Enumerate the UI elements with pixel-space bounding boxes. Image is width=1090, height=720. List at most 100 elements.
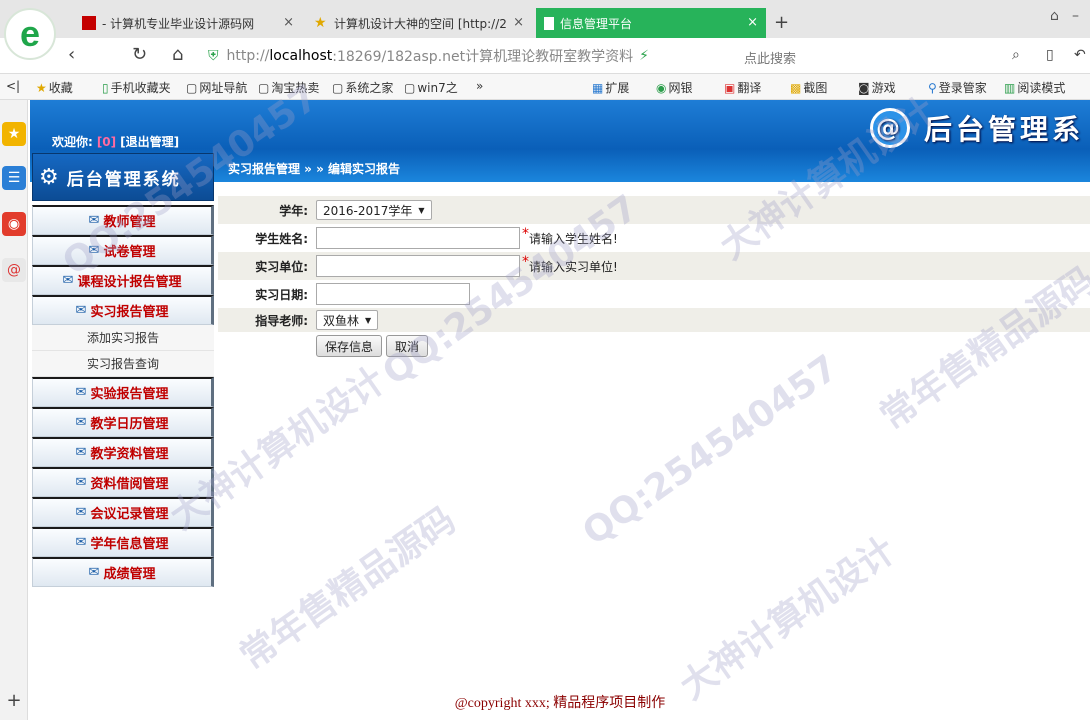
close-icon[interactable]: × <box>513 15 524 30</box>
search-box[interactable]: 点此搜索 <box>744 48 796 67</box>
logout-link[interactable]: [退出管理] <box>120 135 179 149</box>
favicon-icon <box>82 16 96 30</box>
menu-experiment[interactable]: ✉ 实验报告管理 <box>32 377 214 407</box>
menu-internship[interactable]: ✉ 实习报告管理 <box>32 295 214 325</box>
chevron-down-icon: ▼ <box>418 205 425 215</box>
address-rest: :18269/182asp.net计算机理论教研室教学资料 <box>332 49 634 65</box>
menu-icon: ✉ <box>75 415 87 430</box>
back-icon[interactable]: ‹ <box>68 44 75 65</box>
address-bar[interactable]: ⛨ http:// localhost :18269/182asp.net计算机… <box>208 43 726 69</box>
date-label: 实习日期: <box>255 287 308 302</box>
lightning-icon: ⚡ <box>639 48 649 64</box>
bookmark-item[interactable]: ▯ 手机收藏夹 <box>102 79 171 96</box>
breadcrumb: 实习报告管理 » » 编辑实习报告 <box>228 162 401 176</box>
bookmarks-bar: <| ★ 收藏 ▯ 手机收藏夹 ▢ 网址导航 ▢ 淘宝热卖 ▢ 系统之家 ▢ win7之 »… <box>0 74 1090 100</box>
menu-meeting[interactable]: ✉ 会议记录管理 <box>32 497 214 527</box>
submenu-query-internship[interactable]: 实习报告查询 <box>32 351 214 377</box>
bookmark-item[interactable]: ▢ 淘宝热卖 <box>258 79 319 96</box>
menu-borrow[interactable]: ✉ 资料借阅管理 <box>32 467 214 497</box>
menu-exam[interactable]: ✉ 试卷管理 <box>32 235 214 265</box>
bookmark-item[interactable]: ▥ 阅读模式 <box>1004 79 1065 96</box>
welcome-text: 欢迎你: [0] [退出管理] <box>52 135 180 149</box>
browser-nav-bar: ‹ ↻ ⌂ ⛨ http:// localhost :18269/182asp.… <box>0 38 1090 74</box>
menu-grades[interactable]: ✉ 成绩管理 <box>32 557 214 587</box>
menu-teacher[interactable]: ✉ 教师管理 <box>32 205 214 235</box>
menu-icon: ✉ <box>75 445 87 460</box>
add-icon[interactable]: + <box>2 688 26 712</box>
minimize-icon[interactable]: – <box>1072 8 1079 24</box>
submenu-add-internship[interactable]: 添加实习报告 <box>32 325 214 351</box>
row-year: 学年: 2016-2017学年 ▼ <box>218 196 1090 224</box>
tab-label: 计算机设计大神的空间 [http://2 <box>334 16 507 31</box>
home-icon[interactable]: ⌂ <box>172 44 183 65</box>
menu-icon: ✉ <box>88 243 100 258</box>
shirt-icon[interactable]: ⌂ <box>1050 8 1059 24</box>
undo-icon[interactable]: ↶ <box>1074 47 1086 63</box>
bookmark-item[interactable]: ▦ 扩展 <box>592 79 629 96</box>
star-icon: ★ <box>314 15 327 31</box>
search-icon[interactable]: ⌕ <box>1012 47 1020 63</box>
menu-icon: ✉ <box>75 303 87 318</box>
bookmark-item[interactable]: ▢ 系统之家 <box>332 79 393 96</box>
system-title: @ 后台管理系 <box>869 108 1084 148</box>
bookmark-item[interactable]: ★ 收藏 <box>36 79 73 96</box>
tab-label: 信息管理平台 <box>560 16 633 31</box>
bookmark-item[interactable]: ◙ 游戏 <box>858 79 896 96</box>
close-icon[interactable]: × <box>747 15 758 30</box>
required-mark: * <box>522 226 529 242</box>
browser-tab-1[interactable]: - 计算机专业毕业设计源码网 × <box>74 8 302 38</box>
edit-internship-form: 学年: 2016-2017学年 ▼ 学生姓名: * 请输入学生姓名! 实习单位: … <box>218 196 1090 360</box>
menu-icon: ✉ <box>75 505 87 520</box>
menu-icon: ✉ <box>75 535 87 550</box>
internship-date-input[interactable] <box>316 283 470 305</box>
unit-label: 实习单位: <box>255 259 308 274</box>
page-content: 欢迎你: [0] [退出管理] @ 后台管理系 实习报告管理 » » 编辑实习报告 … <box>30 100 1090 720</box>
name-hint: 请输入学生姓名! <box>529 231 618 246</box>
bookmark-item[interactable]: ▣ 翻译 <box>724 79 761 96</box>
tab-label: - 计算机专业毕业设计源码网 <box>102 16 255 31</box>
save-button[interactable]: 保存信息 <box>316 335 383 357</box>
menu-year[interactable]: ✉ 学年信息管理 <box>32 527 214 557</box>
bookmark-item[interactable]: ◉ 网银 <box>656 79 693 96</box>
more-icon[interactable]: » <box>476 79 483 93</box>
student-name-input[interactable] <box>316 227 520 249</box>
menu-icon: ✉ <box>75 475 87 490</box>
weibo-icon[interactable]: ◉ <box>2 212 26 236</box>
menu-calendar[interactable]: ✉ 教学日历管理 <box>32 407 214 437</box>
mail-icon[interactable]: @ <box>2 258 26 282</box>
favorites-icon[interactable]: ★ <box>2 122 26 146</box>
address-prefix: http:// <box>226 48 270 64</box>
collapse-icon[interactable]: <| <box>6 79 20 93</box>
browser-logo-icon: e <box>4 8 56 60</box>
bookmark-item[interactable]: ▢ win7之 <box>404 79 458 96</box>
required-mark: * <box>522 254 529 270</box>
menu-icon: ✉ <box>62 273 74 288</box>
bookmark-item[interactable]: ⚲ 登录管家 <box>928 79 987 96</box>
at-logo-icon: @ <box>869 108 910 148</box>
unit-hint: 请输入实习单位! <box>529 259 618 274</box>
phone-icon[interactable]: ▯ <box>1046 47 1054 63</box>
row-date: 实习日期: <box>218 280 1090 308</box>
sidebar-menu: ✉ 教师管理 ✉ 试卷管理 ✉ 课程设计报告管理 ✉ 实习报告管理 添加实习报告 实习报… <box>32 205 214 587</box>
browser-tab-2[interactable]: ★ 计算机设计大神的空间 [http://2 × <box>306 8 532 38</box>
close-icon[interactable]: × <box>283 15 294 30</box>
year-select[interactable]: 2016-2017学年 ▼ <box>316 200 432 220</box>
apps-icon[interactable]: ☰ <box>2 166 26 190</box>
teacher-select[interactable]: 双鱼林 ▼ <box>316 310 379 330</box>
reload-icon[interactable]: ↻ <box>132 44 147 65</box>
row-buttons: 保存信息 取消 <box>218 332 1090 360</box>
browser-side-strip: ★ ☰ ◉ @ + <box>0 100 28 720</box>
cancel-button[interactable]: 取消 <box>386 335 429 357</box>
browser-tab-active[interactable]: 信息管理平台 × <box>536 8 766 38</box>
new-tab-button[interactable]: + <box>774 12 789 33</box>
row-unit: 实习单位: * 请输入实习单位! <box>218 252 1090 280</box>
menu-course-design[interactable]: ✉ 课程设计报告管理 <box>32 265 214 295</box>
internship-unit-input[interactable] <box>316 255 520 277</box>
bookmark-item[interactable]: ▩ 截图 <box>790 79 827 96</box>
menu-materials[interactable]: ✉ 教学资料管理 <box>32 437 214 467</box>
address-host: localhost <box>269 48 333 64</box>
browser-tab-bar: e - 计算机专业毕业设计源码网 × ★ 计算机设计大神的空间 [http://… <box>0 0 1090 60</box>
sidebar-title: ⚙ 后台管理系统 <box>32 153 214 201</box>
bookmark-item[interactable]: ▢ 网址导航 <box>186 79 247 96</box>
shield-icon: ⛨ <box>208 48 219 64</box>
